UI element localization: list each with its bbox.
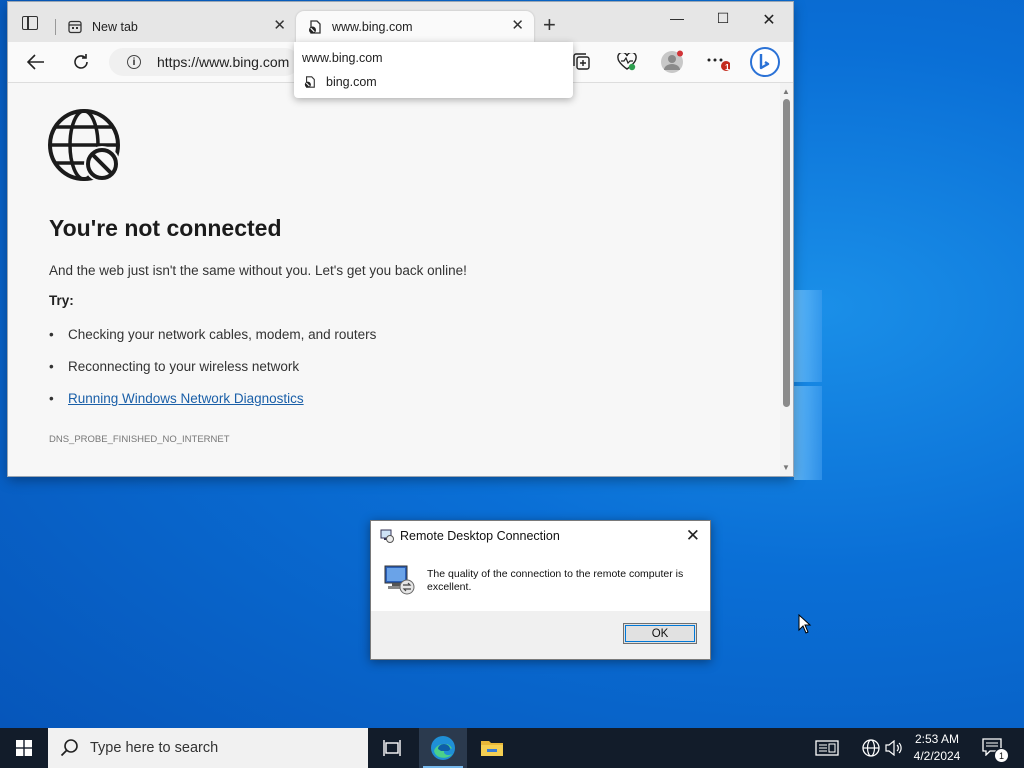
dialog-message: The quality of the connection to the rem… bbox=[427, 568, 684, 593]
search-placeholder: Type here to search bbox=[90, 740, 219, 756]
tab-hover-dropdown: www.bing.com bing.com bbox=[294, 42, 573, 98]
dialog-body: The quality of the connection to the rem… bbox=[371, 551, 710, 659]
notification-count-badge: 1 bbox=[994, 748, 1009, 763]
maximize-button[interactable]: ☐ bbox=[700, 10, 746, 27]
folder-icon bbox=[481, 741, 503, 756]
list-item: • Checking your network cables, modem, an… bbox=[49, 327, 377, 342]
start-button[interactable] bbox=[0, 728, 48, 768]
close-tab-icon[interactable]: ✕ bbox=[511, 18, 524, 33]
address-text: https://www.bing.com bbox=[157, 54, 290, 70]
refresh-icon bbox=[74, 54, 88, 69]
globe-network-icon bbox=[862, 739, 880, 757]
error-description: And the web just isn't the same without … bbox=[49, 263, 467, 278]
remote-desktop-icon bbox=[380, 529, 394, 543]
clock-time: 2:53 AM bbox=[914, 732, 960, 746]
task-view-button[interactable] bbox=[368, 728, 416, 768]
profile-button[interactable] bbox=[660, 50, 684, 74]
search-icon bbox=[60, 739, 78, 757]
profile-avatar-icon bbox=[661, 50, 683, 73]
dropdown-suggestion[interactable]: bing.com bbox=[304, 75, 377, 89]
list-item: • Reconnecting to your wireless network bbox=[49, 359, 300, 374]
news-widget-button[interactable] bbox=[815, 728, 839, 768]
copilot-button[interactable] bbox=[750, 47, 780, 77]
dropdown-header: www.bing.com bbox=[302, 51, 383, 65]
ok-button[interactable]: OK bbox=[623, 623, 697, 644]
refresh-button[interactable] bbox=[69, 50, 93, 74]
network-tray-button[interactable] bbox=[862, 728, 880, 768]
task-view-icon bbox=[383, 740, 401, 756]
edge-icon bbox=[431, 736, 455, 760]
scrollbar-thumb[interactable] bbox=[783, 99, 790, 407]
tab-label: New tab bbox=[92, 19, 138, 34]
taskbar-search-box[interactable]: Type here to search bbox=[48, 728, 368, 768]
dialog-title: Remote Desktop Connection bbox=[400, 529, 560, 543]
page-scrollbar[interactable]: ▲ ▼ bbox=[780, 83, 793, 476]
collections-icon bbox=[573, 53, 590, 70]
back-arrow-icon bbox=[27, 54, 44, 70]
dialog-title-bar: Remote Desktop Connection ✕ bbox=[371, 521, 710, 551]
remote-computer-icon bbox=[384, 565, 415, 595]
close-icon[interactable]: ✕ bbox=[686, 526, 700, 546]
taskbar-edge[interactable] bbox=[419, 728, 467, 768]
scroll-down-icon[interactable]: ▼ bbox=[782, 463, 790, 472]
settings-more-button[interactable]: 1 bbox=[706, 50, 730, 74]
browser-essentials-button[interactable] bbox=[615, 50, 639, 74]
error-code: DNS_PROBE_FINISHED_NO_INTERNET bbox=[49, 434, 230, 445]
remote-desktop-dialog: Remote Desktop Connection ✕ The quality … bbox=[370, 520, 711, 660]
list-item: • Running Windows Network Diagnostics bbox=[49, 391, 304, 406]
globe-blocked-icon bbox=[48, 109, 120, 182]
taskbar: Type here to search 2:53 AM 4/2/2024 1 bbox=[0, 728, 1024, 768]
try-label: Try: bbox=[49, 293, 74, 308]
news-icon bbox=[815, 740, 839, 756]
collections-button[interactable] bbox=[570, 50, 594, 74]
new-tab-page-icon bbox=[68, 20, 82, 33]
heart-pulse-icon bbox=[617, 53, 637, 71]
tab-actions-icon[interactable] bbox=[22, 16, 38, 30]
close-tab-icon[interactable]: ✕ bbox=[273, 18, 286, 33]
back-button[interactable] bbox=[24, 50, 48, 74]
tab-bing[interactable]: www.bing.com ✕ bbox=[296, 11, 534, 42]
tab-new-tab[interactable]: New tab ✕ bbox=[56, 11, 296, 42]
notification-badge: 1 bbox=[725, 63, 730, 72]
taskbar-clock[interactable]: 2:53 AM 4/2/2024 bbox=[900, 731, 974, 765]
network-diagnostics-link[interactable]: Running Windows Network Diagnostics bbox=[68, 391, 304, 406]
scroll-up-icon[interactable]: ▲ bbox=[782, 87, 790, 96]
taskbar-file-explorer[interactable] bbox=[468, 728, 516, 768]
address-bar[interactable]: i https://www.bing.com bbox=[109, 48, 299, 76]
mouse-cursor-icon bbox=[798, 614, 812, 634]
action-center-button[interactable]: 1 bbox=[982, 738, 1009, 763]
dialog-footer: OK bbox=[371, 611, 710, 659]
dropdown-suggestion-label: bing.com bbox=[326, 75, 377, 89]
new-tab-button[interactable]: + bbox=[543, 14, 556, 36]
tab-label: www.bing.com bbox=[332, 19, 413, 34]
clock-date: 4/2/2024 bbox=[913, 749, 961, 763]
site-info-icon[interactable]: i bbox=[127, 55, 141, 69]
page-error-icon bbox=[304, 76, 315, 88]
page-error-icon bbox=[309, 19, 321, 34]
close-window-button[interactable]: ✕ bbox=[746, 10, 792, 30]
bing-copilot-icon bbox=[750, 47, 780, 77]
error-page: You're not connected And the web just is… bbox=[8, 83, 780, 476]
minimize-button[interactable]: — bbox=[654, 10, 700, 26]
page-title: You're not connected bbox=[49, 215, 282, 241]
desktop-windows-logo bbox=[794, 290, 822, 480]
tab-strip: New tab ✕ www.bing.com ✕ + — ☐ ✕ bbox=[8, 2, 793, 42]
windows-start-icon bbox=[16, 740, 32, 756]
